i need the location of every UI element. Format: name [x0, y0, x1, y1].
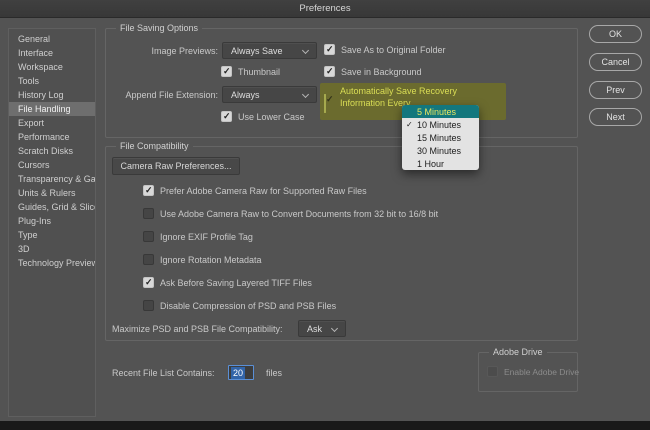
menu-item-5-minutes[interactable]: 5 Minutes — [402, 105, 479, 118]
sidebar-item-general[interactable]: General — [9, 32, 95, 46]
title-bar: Preferences — [0, 0, 650, 18]
next-button[interactable]: Next — [589, 108, 642, 126]
cancel-button[interactable]: Cancel — [589, 53, 642, 71]
save-in-background-label[interactable]: Save in Background — [341, 67, 422, 77]
image-previews-value: Always Save — [231, 46, 283, 56]
ignore-exif-row: Ignore EXIF Profile Tag — [143, 231, 253, 242]
ignore-exif-checkbox[interactable] — [143, 231, 154, 242]
save-in-background-checkbox[interactable] — [324, 66, 335, 77]
menu-item-label: 1 Hour — [417, 159, 444, 169]
auto-save-recovery-checkbox[interactable] — [324, 94, 326, 113]
sidebar-item-3d[interactable]: 3D — [9, 242, 95, 256]
preferences-sidebar: General Interface Workspace Tools Histor… — [8, 28, 96, 417]
maximize-compat-value: Ask — [307, 324, 322, 334]
append-file-extension-label: Append File Extension: — [105, 90, 218, 100]
ask-before-tiff-label[interactable]: Ask Before Saving Layered TIFF Files — [160, 278, 312, 288]
chevron-down-icon — [302, 91, 309, 98]
save-in-background-row: Save in Background — [324, 66, 422, 77]
sidebar-item-type[interactable]: Type — [9, 228, 95, 242]
prefer-camera-raw-row: Prefer Adobe Camera Raw for Supported Ra… — [143, 185, 367, 196]
prefer-camera-raw-checkbox[interactable] — [143, 185, 154, 196]
append-file-extension-value: Always — [231, 90, 260, 100]
disable-compression-checkbox[interactable] — [143, 300, 154, 311]
menu-item-1-hour[interactable]: 1 Hour — [402, 157, 479, 170]
menu-item-10-minutes[interactable]: ✓ 10 Minutes — [402, 118, 479, 131]
ignore-rotation-row: Ignore Rotation Metadata — [143, 254, 262, 265]
sidebar-item-performance[interactable]: Performance — [9, 130, 95, 144]
use-lower-case-row: Use Lower Case — [221, 111, 305, 122]
recent-file-list-label: Recent File List Contains: — [112, 368, 215, 378]
files-label: files — [266, 368, 282, 378]
enable-adobe-drive-label: Enable Adobe Drive — [504, 367, 579, 377]
image-previews-label: Image Previews: — [105, 46, 218, 56]
sidebar-item-scratch-disks[interactable]: Scratch Disks — [9, 144, 95, 158]
window-title: Preferences — [299, 3, 350, 14]
save-as-original-row: Save As to Original Folder — [324, 44, 446, 55]
ask-before-tiff-row: Ask Before Saving Layered TIFF Files — [143, 277, 312, 288]
sidebar-item-workspace[interactable]: Workspace — [9, 60, 95, 74]
adobe-drive-legend: Adobe Drive — [489, 347, 547, 357]
append-file-extension-select[interactable]: Always — [222, 86, 317, 103]
ok-button[interactable]: OK — [589, 25, 642, 43]
use-camera-raw-convert-label[interactable]: Use Adobe Camera Raw to Convert Document… — [160, 209, 438, 219]
file-compatibility-group: File Compatibility — [105, 146, 578, 341]
sidebar-item-history-log[interactable]: History Log — [9, 88, 95, 102]
sidebar-item-technology-previews[interactable]: Technology Previews — [9, 256, 95, 270]
camera-raw-preferences-button[interactable]: Camera Raw Preferences... — [112, 157, 240, 175]
use-lower-case-label[interactable]: Use Lower Case — [238, 112, 305, 122]
ignore-exif-label[interactable]: Ignore EXIF Profile Tag — [160, 232, 253, 242]
menu-item-label: 5 Minutes — [417, 107, 456, 117]
thumbnail-row: Thumbnail — [221, 66, 280, 77]
maximize-compat-select[interactable]: Ask — [298, 320, 346, 337]
chevron-down-icon — [302, 47, 309, 54]
ignore-rotation-checkbox[interactable] — [143, 254, 154, 265]
auto-save-recovery-label-line2[interactable]: Information Every — [340, 97, 411, 109]
recovery-interval-menu: 5 Minutes ✓ 10 Minutes 15 Minutes 30 Min… — [402, 105, 479, 170]
menu-item-label: 10 Minutes — [417, 120, 461, 130]
maximize-compat-label: Maximize PSD and PSB File Compatibility: — [112, 324, 283, 334]
menu-item-30-minutes[interactable]: 30 Minutes — [402, 144, 479, 157]
sidebar-item-interface[interactable]: Interface — [9, 46, 95, 60]
prev-button[interactable]: Prev — [589, 81, 642, 99]
prefer-camera-raw-label[interactable]: Prefer Adobe Camera Raw for Supported Ra… — [160, 186, 367, 196]
recent-files-input[interactable]: 20 — [228, 365, 254, 380]
sidebar-item-plug-ins[interactable]: Plug-Ins — [9, 214, 95, 228]
sidebar-item-export[interactable]: Export — [9, 116, 95, 130]
thumbnail-checkbox[interactable] — [221, 66, 232, 77]
ask-before-tiff-checkbox[interactable] — [143, 277, 154, 288]
checkmark-icon: ✓ — [406, 120, 413, 129]
sidebar-item-file-handling[interactable]: File Handling — [9, 102, 95, 116]
enable-adobe-drive-row: Enable Adobe Drive — [487, 366, 579, 377]
enable-adobe-drive-checkbox — [487, 366, 498, 377]
sidebar-item-cursors[interactable]: Cursors — [9, 158, 95, 172]
use-lower-case-checkbox[interactable] — [221, 111, 232, 122]
use-camera-raw-convert-row: Use Adobe Camera Raw to Convert Document… — [143, 208, 438, 219]
thumbnail-label[interactable]: Thumbnail — [238, 67, 280, 77]
sidebar-item-tools[interactable]: Tools — [9, 74, 95, 88]
use-camera-raw-convert-checkbox[interactable] — [143, 208, 154, 219]
disable-compression-row: Disable Compression of PSD and PSB Files — [143, 300, 336, 311]
menu-item-label: 30 Minutes — [417, 146, 461, 156]
disable-compression-label[interactable]: Disable Compression of PSD and PSB Files — [160, 301, 336, 311]
recent-files-value: 20 — [231, 367, 245, 379]
auto-save-recovery-label-line1[interactable]: Automatically Save Recovery — [340, 85, 457, 97]
file-saving-options-legend: File Saving Options — [116, 23, 202, 33]
file-compatibility-legend: File Compatibility — [116, 141, 193, 151]
image-previews-select[interactable]: Always Save — [222, 42, 317, 59]
save-as-original-label[interactable]: Save As to Original Folder — [341, 45, 446, 55]
preferences-dialog: { "window": { "title": "Preferences" }, … — [0, 0, 650, 430]
bottom-strip — [0, 421, 650, 430]
save-as-original-checkbox[interactable] — [324, 44, 335, 55]
sidebar-item-transparency-gamut[interactable]: Transparency & Gamut — [9, 172, 95, 186]
chevron-down-icon — [331, 325, 338, 332]
menu-item-label: 15 Minutes — [417, 133, 461, 143]
sidebar-item-guides-grid-slices[interactable]: Guides, Grid & Slices — [9, 200, 95, 214]
sidebar-item-units-rulers[interactable]: Units & Rulers — [9, 186, 95, 200]
menu-item-15-minutes[interactable]: 15 Minutes — [402, 131, 479, 144]
ignore-rotation-label[interactable]: Ignore Rotation Metadata — [160, 255, 262, 265]
